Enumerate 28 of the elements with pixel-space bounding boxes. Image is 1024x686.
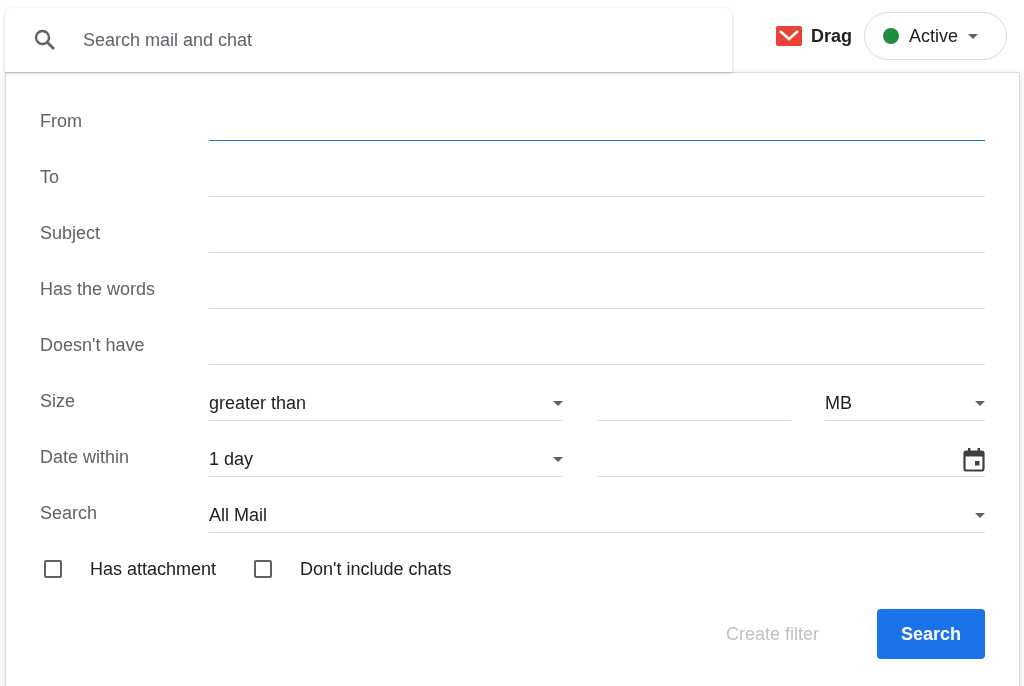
search-button[interactable]: Search: [876, 609, 985, 659]
search-field[interactable]: Search mail and chat: [81, 28, 685, 52]
size-unit-dropdown[interactable]: MB: [825, 387, 985, 421]
size-operator-dropdown[interactable]: greater than: [209, 387, 563, 421]
checkbox-label: Has attachment: [90, 558, 217, 580]
field-label: From: [40, 110, 83, 132]
checkbox[interactable]: [254, 560, 273, 578]
field-label: To: [40, 166, 60, 188]
checkbox-label: Don't include chats: [300, 558, 452, 580]
field-label: Date within: [40, 446, 131, 468]
field-label: Subject: [40, 222, 102, 244]
dropdown-caret-icon: [975, 513, 985, 518]
mail-icon: [776, 26, 802, 46]
search-scope-dropdown[interactable]: All Mail: [209, 499, 985, 533]
field-label: Search: [40, 502, 99, 524]
status-button[interactable]: Active: [864, 12, 1008, 60]
search-icon: [33, 28, 57, 52]
dropdown-caret-icon: [975, 401, 985, 406]
dropdown-caret-icon: [968, 33, 979, 39]
date-range-dropdown[interactable]: 1 day: [209, 443, 563, 477]
dropdown-caret-icon: [553, 457, 563, 462]
checkbox[interactable]: [44, 560, 62, 578]
app-label: Drag: [811, 25, 852, 47]
field-label: Size: [40, 390, 76, 412]
calendar-icon[interactable]: [963, 447, 985, 472]
field-label: Doesn't have: [40, 334, 146, 356]
field-label: Has the words: [40, 278, 157, 300]
dropdown-caret-icon: [553, 401, 563, 406]
